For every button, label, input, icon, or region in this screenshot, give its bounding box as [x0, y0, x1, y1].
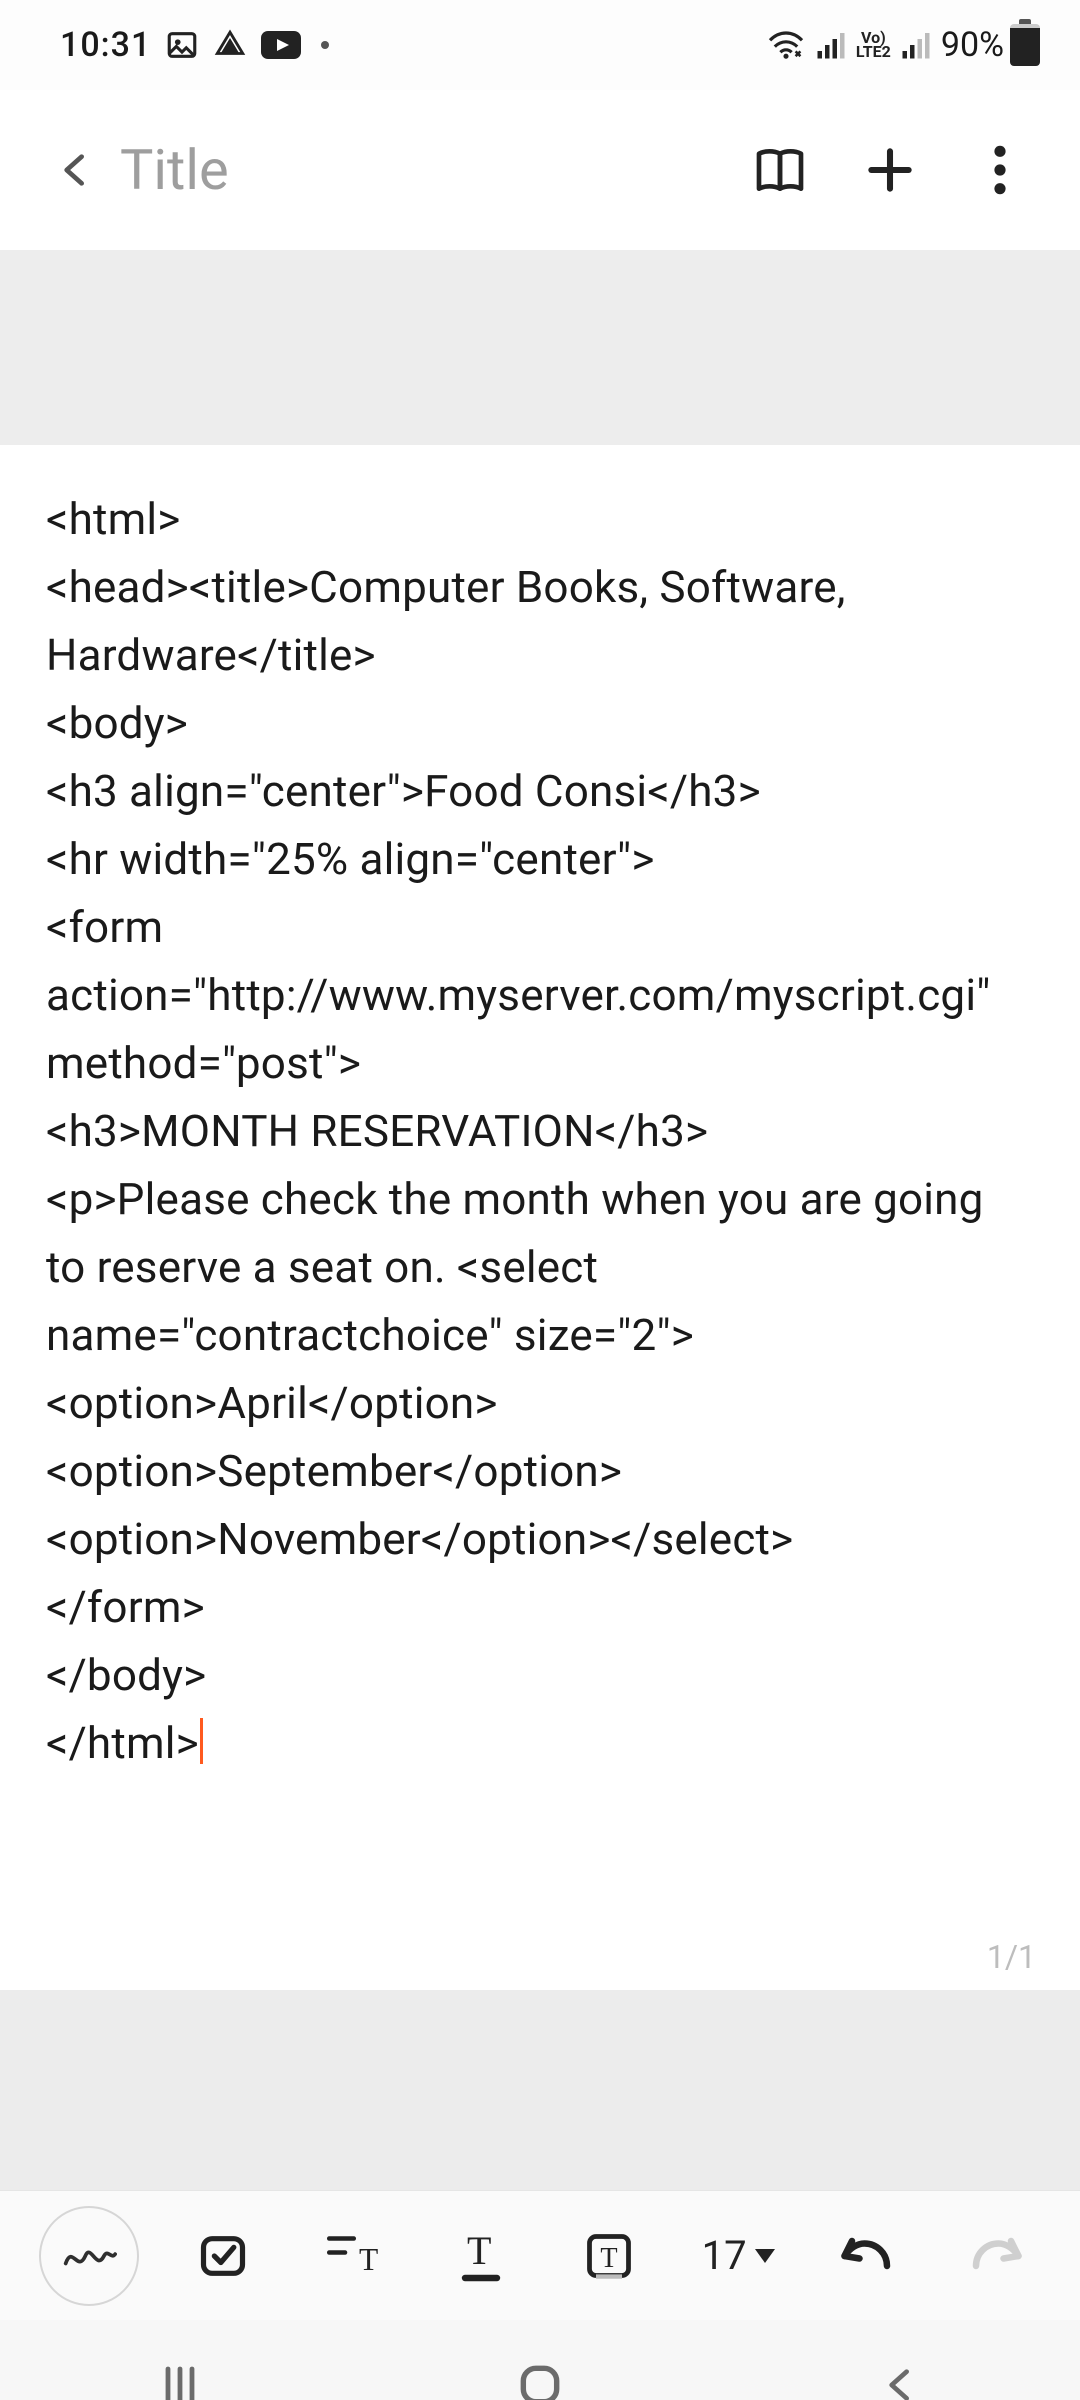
text-box-button[interactable]: T: [564, 2211, 654, 2301]
wifi-icon: [766, 29, 806, 61]
status-bar: 10:31 Vo)LTE2 90%: [0, 0, 1080, 90]
note-editor[interactable]: <html> <head><title>Computer Books, Soft…: [0, 445, 1080, 1990]
status-left: 10:31: [60, 25, 329, 65]
dropdown-triangle-icon: [755, 2249, 775, 2263]
toolbar-spacer: [0, 1990, 1080, 2190]
page-counter: 1/1: [987, 1938, 1036, 1976]
status-time: 10:31: [60, 25, 151, 65]
text-caret: [200, 1718, 203, 1764]
svg-text:T: T: [467, 2228, 491, 2273]
image-icon: [165, 28, 199, 62]
note-text[interactable]: <html> <head><title>Computer Books, Soft…: [46, 485, 1034, 1777]
home-button[interactable]: [480, 2355, 600, 2400]
battery-percentage: 90%: [941, 25, 1004, 65]
youtube-icon: [261, 30, 301, 60]
back-button[interactable]: [40, 135, 110, 205]
signal-2-icon: [901, 30, 931, 60]
recents-button[interactable]: [120, 2355, 240, 2400]
note-title-input[interactable]: Title: [110, 137, 750, 203]
editor-toolbar: T T T 17: [0, 2190, 1080, 2320]
reader-mode-button[interactable]: [750, 140, 810, 200]
font-size-value: 17: [702, 2232, 747, 2279]
svg-text:T: T: [359, 2242, 378, 2277]
handwriting-button[interactable]: [39, 2206, 139, 2306]
checklist-button[interactable]: [178, 2211, 268, 2301]
app-header: Title: [0, 90, 1080, 250]
text-format-button[interactable]: T: [436, 2211, 526, 2301]
text-style-button[interactable]: T: [307, 2211, 397, 2301]
undo-button[interactable]: [822, 2211, 912, 2301]
svg-text:T: T: [601, 2242, 618, 2273]
signal-1-icon: [816, 30, 846, 60]
font-size-selector[interactable]: 17: [693, 2211, 783, 2301]
nav-back-button[interactable]: [840, 2355, 960, 2400]
drive-icon: [213, 28, 247, 62]
header-spacer: [0, 250, 1080, 445]
more-options-button[interactable]: [970, 140, 1030, 200]
status-right: Vo)LTE2 90%: [766, 24, 1040, 66]
more-notifications-dot: [321, 41, 329, 49]
add-button[interactable]: [860, 140, 920, 200]
system-navigation-bar: [0, 2320, 1080, 2400]
battery-icon: [1010, 24, 1040, 66]
volte2-icon: Vo)LTE2: [856, 31, 891, 59]
redo-button[interactable]: [951, 2211, 1041, 2301]
